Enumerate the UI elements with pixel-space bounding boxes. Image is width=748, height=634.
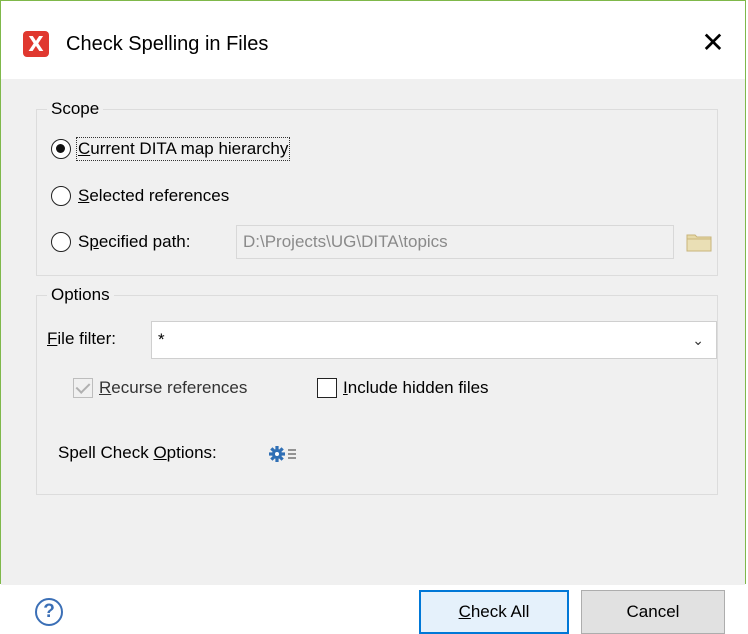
radio-button[interactable] (51, 186, 71, 206)
label-rest: urrent DITA map hierarchy (90, 139, 289, 158)
check-all-button[interactable]: Check All (419, 590, 569, 634)
radio-specified-path-label: Specified path: (78, 232, 191, 251)
folder-icon[interactable] (686, 232, 712, 252)
radio-current-dita-map-label: Current DITA map hierarchy (75, 137, 291, 161)
close-icon[interactable]: ✕ (699, 29, 727, 57)
radio-selected-references-label: Selected references (78, 186, 230, 205)
file-filter-combobox[interactable]: * ⌄ (151, 321, 717, 359)
radio-button-selected[interactable] (51, 139, 71, 159)
radio-specified-path[interactable]: Specified path: (51, 232, 191, 252)
gear-menu-icon (269, 446, 296, 462)
check-spelling-dialog: X Check Spelling in Files ✕ Scope Curren… (0, 0, 746, 634)
cancel-button[interactable]: Cancel (581, 590, 725, 634)
help-icon[interactable]: ? (35, 598, 63, 626)
radio-button[interactable] (51, 232, 71, 252)
chevron-down-icon[interactable]: ⌄ (692, 322, 704, 358)
recurse-references-checkbox[interactable]: Recurse references (73, 378, 247, 398)
file-filter-label: File filter: (47, 329, 116, 348)
include-hidden-files-label: Include hidden files (343, 378, 489, 397)
gear-icon[interactable] (269, 444, 305, 464)
oxygen-app-icon: X (23, 31, 49, 57)
radio-selected-references[interactable]: Selected references (51, 186, 229, 206)
scope-legend: Scope (47, 98, 104, 120)
include-hidden-files-checkbox[interactable]: Include hidden files (317, 378, 489, 398)
specified-path-input[interactable]: D:\Projects\UG\DITA\topics (236, 225, 674, 259)
radio-current-dita-map[interactable]: Current DITA map hierarchy (51, 137, 291, 161)
check-all-label-rest: heck All (470, 602, 530, 621)
file-filter-value: * (158, 330, 165, 349)
dialog-content: Scope Current DITA map hierarchy Selecte… (1, 79, 745, 634)
options-legend: Options (47, 284, 114, 306)
recurse-references-label: Recurse references (99, 378, 248, 397)
dialog-title: Check Spelling in Files (66, 33, 269, 55)
spell-check-options-label: Spell Check Options: (58, 443, 217, 462)
checkbox-checked-disabled[interactable] (73, 378, 93, 398)
checkbox-unchecked[interactable] (317, 378, 337, 398)
title-bar: X Check Spelling in Files ✕ (1, 1, 745, 79)
